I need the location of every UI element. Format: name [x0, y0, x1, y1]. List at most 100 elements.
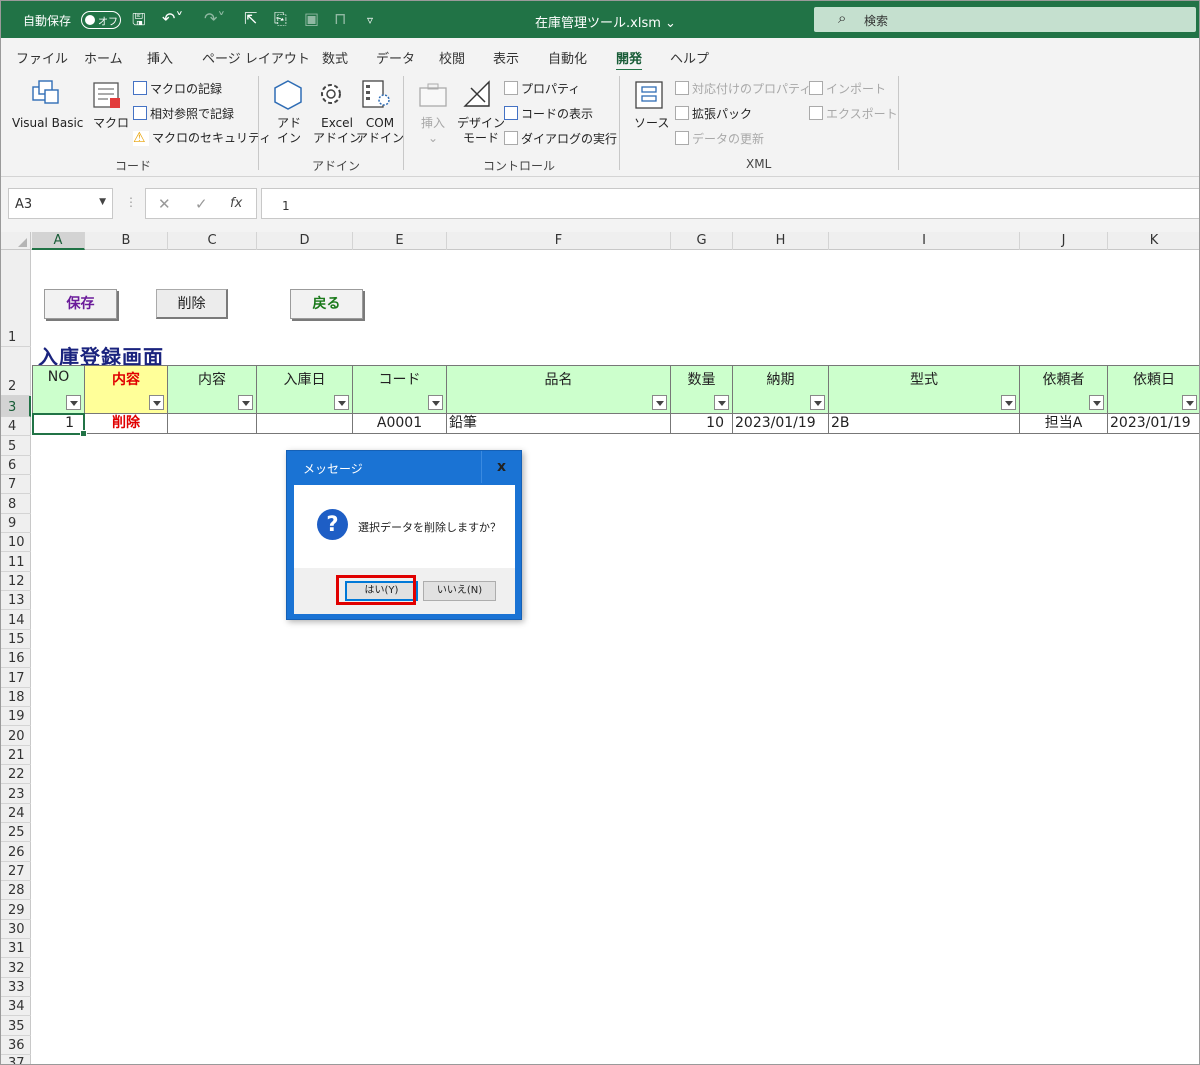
- visual-basic-button[interactable]: Visual Basic: [12, 116, 83, 131]
- relative-reference-button[interactable]: 相対参照で記録: [133, 106, 234, 122]
- name-box[interactable]: A3 ▼: [8, 188, 113, 219]
- row-header-12[interactable]: 12: [1, 572, 31, 591]
- search-box[interactable]: ⌕ 検索: [814, 7, 1196, 32]
- view-code-button[interactable]: コードの表示: [504, 106, 593, 122]
- insert-function-icon[interactable]: fx: [230, 196, 242, 211]
- row-header-3[interactable]: 3: [1, 396, 31, 417]
- row-header-17[interactable]: 17: [1, 668, 31, 688]
- tab-help[interactable]: ヘルプ: [670, 48, 709, 67]
- toolbox-icon[interactable]: [417, 80, 449, 115]
- design-mode-button[interactable]: デザイン モード: [457, 116, 505, 146]
- pointer-icon[interactable]: ⇱: [244, 9, 257, 28]
- tab-formulas[interactable]: 数式: [322, 48, 348, 67]
- filter-dropdown-icon[interactable]: [66, 395, 81, 410]
- row-header-15[interactable]: 15: [1, 630, 31, 649]
- map-properties-button[interactable]: 対応付けのプロパティ: [675, 81, 811, 97]
- no-button[interactable]: いいえ(N): [423, 581, 496, 601]
- column-header-f[interactable]: F: [447, 232, 671, 250]
- run-dialog-button[interactable]: ダイアログの実行: [504, 131, 617, 147]
- row-header-1[interactable]: 1: [1, 250, 31, 347]
- enter-icon[interactable]: ✓: [195, 195, 208, 213]
- tab-view[interactable]: 表示: [493, 48, 519, 67]
- addin-icon[interactable]: [272, 79, 304, 114]
- row-header-24[interactable]: 24: [1, 804, 31, 823]
- table-cell[interactable]: 2B: [829, 414, 1020, 434]
- table-cell[interactable]: [168, 414, 257, 434]
- save-button[interactable]: 保存: [44, 289, 117, 319]
- com-addin-icon[interactable]: [360, 78, 392, 113]
- com-addins-button[interactable]: COM アドイン: [356, 116, 404, 146]
- visual-basic-icon[interactable]: [29, 78, 63, 115]
- row-header-8[interactable]: 8: [1, 494, 31, 514]
- table-cell[interactable]: 2023/01/19: [733, 414, 829, 434]
- row-header-30[interactable]: 30: [1, 920, 31, 939]
- filter-dropdown-icon[interactable]: [238, 395, 253, 410]
- redo-icon[interactable]: ↷˅: [204, 9, 225, 28]
- row-header-25[interactable]: 25: [1, 823, 31, 842]
- tab-automate[interactable]: 自動化: [548, 48, 587, 67]
- table-cell[interactable]: 2023/01/19: [1108, 414, 1199, 434]
- column-header-i[interactable]: I: [829, 232, 1020, 250]
- column-header-c[interactable]: C: [168, 232, 257, 250]
- row-header-36[interactable]: 36: [1, 1036, 31, 1055]
- cancel-icon[interactable]: ✕: [158, 195, 171, 213]
- refresh-data-button[interactable]: データの更新: [675, 131, 764, 147]
- row-header-14[interactable]: 14: [1, 610, 31, 630]
- tab-developer[interactable]: 開発: [616, 48, 643, 72]
- tab-insert[interactable]: 挿入: [147, 48, 173, 67]
- row-header-2[interactable]: 2: [1, 347, 31, 396]
- row-header-23[interactable]: 23: [1, 784, 31, 804]
- formula-input[interactable]: 1: [261, 188, 1199, 219]
- xml-source-icon[interactable]: [634, 79, 666, 114]
- row-header-13[interactable]: 13: [1, 591, 31, 610]
- row-header-32[interactable]: 32: [1, 958, 31, 978]
- row-header-21[interactable]: 21: [1, 746, 31, 765]
- tab-file[interactable]: ファイル: [16, 48, 68, 67]
- row-header-10[interactable]: 10: [1, 533, 31, 552]
- row-header-7[interactable]: 7: [1, 475, 31, 494]
- row-header-29[interactable]: 29: [1, 900, 31, 920]
- column-header-j[interactable]: J: [1020, 232, 1108, 250]
- gear-icon[interactable]: [315, 78, 347, 113]
- form-icon[interactable]: ▣: [304, 9, 319, 28]
- row-header-22[interactable]: 22: [1, 765, 31, 784]
- customize-qat-icon[interactable]: ▿: [367, 13, 373, 27]
- undo-icon[interactable]: ↶˅: [162, 9, 183, 28]
- lock-icon[interactable]: ⊓: [334, 9, 346, 28]
- row-header-20[interactable]: 20: [1, 726, 31, 746]
- row-header-18[interactable]: 18: [1, 688, 31, 707]
- properties-button[interactable]: プロパティ: [504, 81, 580, 97]
- expansion-pack-button[interactable]: 拡張パック: [675, 106, 752, 122]
- filter-dropdown-icon[interactable]: [714, 395, 729, 410]
- macro-button[interactable]: マクロ: [93, 116, 129, 131]
- tab-home[interactable]: ホーム: [84, 48, 123, 67]
- row-header-37[interactable]: 37: [1, 1055, 31, 1064]
- document-icon[interactable]: ⎘: [274, 9, 287, 29]
- delete-button[interactable]: 削除: [156, 289, 228, 319]
- macro-security-button[interactable]: ⚠ マクロのセキュリティ: [133, 131, 271, 146]
- table-cell[interactable]: [257, 414, 353, 434]
- column-header-k[interactable]: K: [1108, 232, 1199, 250]
- column-header-d[interactable]: D: [257, 232, 353, 250]
- row-header-33[interactable]: 33: [1, 978, 31, 997]
- design-mode-icon[interactable]: [461, 78, 493, 113]
- table-cell[interactable]: A0001: [353, 414, 447, 434]
- record-macro-button[interactable]: マクロの記録: [133, 81, 222, 97]
- autosave-toggle[interactable]: オフ: [81, 11, 121, 29]
- chevron-down-icon[interactable]: ▼: [99, 197, 106, 207]
- row-header-5[interactable]: 5: [1, 436, 31, 456]
- row-header-27[interactable]: 27: [1, 862, 31, 881]
- close-icon[interactable]: x: [481, 451, 521, 483]
- table-cell[interactable]: 担当A: [1020, 414, 1108, 434]
- import-button[interactable]: インポート: [809, 81, 886, 97]
- row-header-19[interactable]: 19: [1, 707, 31, 726]
- save-icon[interactable]: 🖫: [132, 9, 146, 36]
- filter-dropdown-icon[interactable]: [334, 395, 349, 410]
- filter-dropdown-icon[interactable]: [1182, 395, 1197, 410]
- row-header-9[interactable]: 9: [1, 514, 31, 533]
- xml-source-button[interactable]: ソース: [634, 116, 669, 131]
- select-all-button[interactable]: [1, 232, 31, 250]
- filter-dropdown-icon[interactable]: [428, 395, 443, 410]
- filter-dropdown-icon[interactable]: [652, 395, 667, 410]
- table-cell[interactable]: 10: [671, 414, 733, 434]
